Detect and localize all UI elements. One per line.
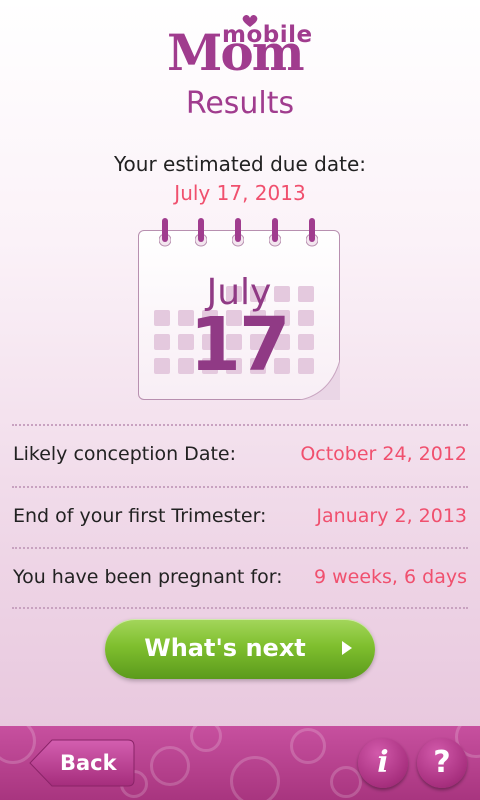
- pregnant-for-value: 9 weeks, 6 days: [313, 566, 467, 588]
- due-date-value: July 17, 2013: [174, 181, 306, 205]
- divider: [12, 486, 468, 488]
- pregnant-for-label: You have been pregnant for:: [13, 566, 283, 588]
- info-icon: i: [377, 745, 389, 780]
- first-trimester-value: January 2, 2013: [316, 505, 467, 527]
- calendar-day: 17: [189, 302, 291, 388]
- play-arrow-icon: [342, 641, 352, 655]
- back-label: Back: [60, 751, 117, 775]
- first-trimester-label: End of your first Trimester:: [13, 505, 267, 527]
- logo-text-mom: Mom: [167, 23, 305, 82]
- divider: [12, 424, 468, 426]
- page-title: Results: [185, 86, 295, 121]
- whats-next-button[interactable]: What's next: [105, 619, 375, 679]
- whats-next-label: What's next: [144, 634, 306, 662]
- divider: [12, 547, 468, 549]
- conception-date-value: October 24, 2012: [300, 443, 467, 465]
- question-icon: ?: [433, 745, 451, 780]
- calendar-icon: July 17: [138, 218, 340, 400]
- due-date-label: Your estimated due date:: [114, 152, 366, 176]
- mobile-mom-logo: mobile Mom: [0, 14, 480, 86]
- conception-date-label: Likely conception Date:: [13, 443, 236, 465]
- divider: [12, 607, 468, 609]
